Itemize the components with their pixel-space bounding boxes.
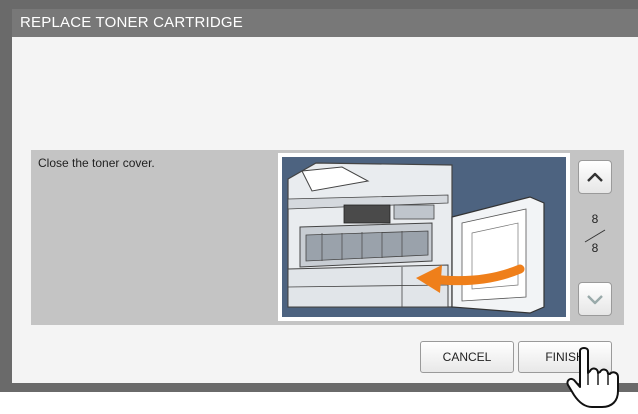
illustration-image <box>282 157 566 317</box>
scroll-up-button[interactable] <box>578 160 612 194</box>
instruction-text: Close the toner cover. <box>38 156 155 170</box>
page-total: 8 <box>591 241 599 255</box>
chevron-down-icon <box>587 295 603 305</box>
chevron-up-icon <box>587 172 603 182</box>
page-current: 8 <box>591 212 599 226</box>
hand-pointer-icon <box>566 347 619 408</box>
scroll-down-button[interactable] <box>578 282 612 316</box>
dialog-title: REPLACE TONER CARTRIDGE <box>12 9 638 37</box>
cancel-button[interactable]: CANCEL <box>420 341 514 373</box>
toner-cover-illustration <box>278 153 570 321</box>
